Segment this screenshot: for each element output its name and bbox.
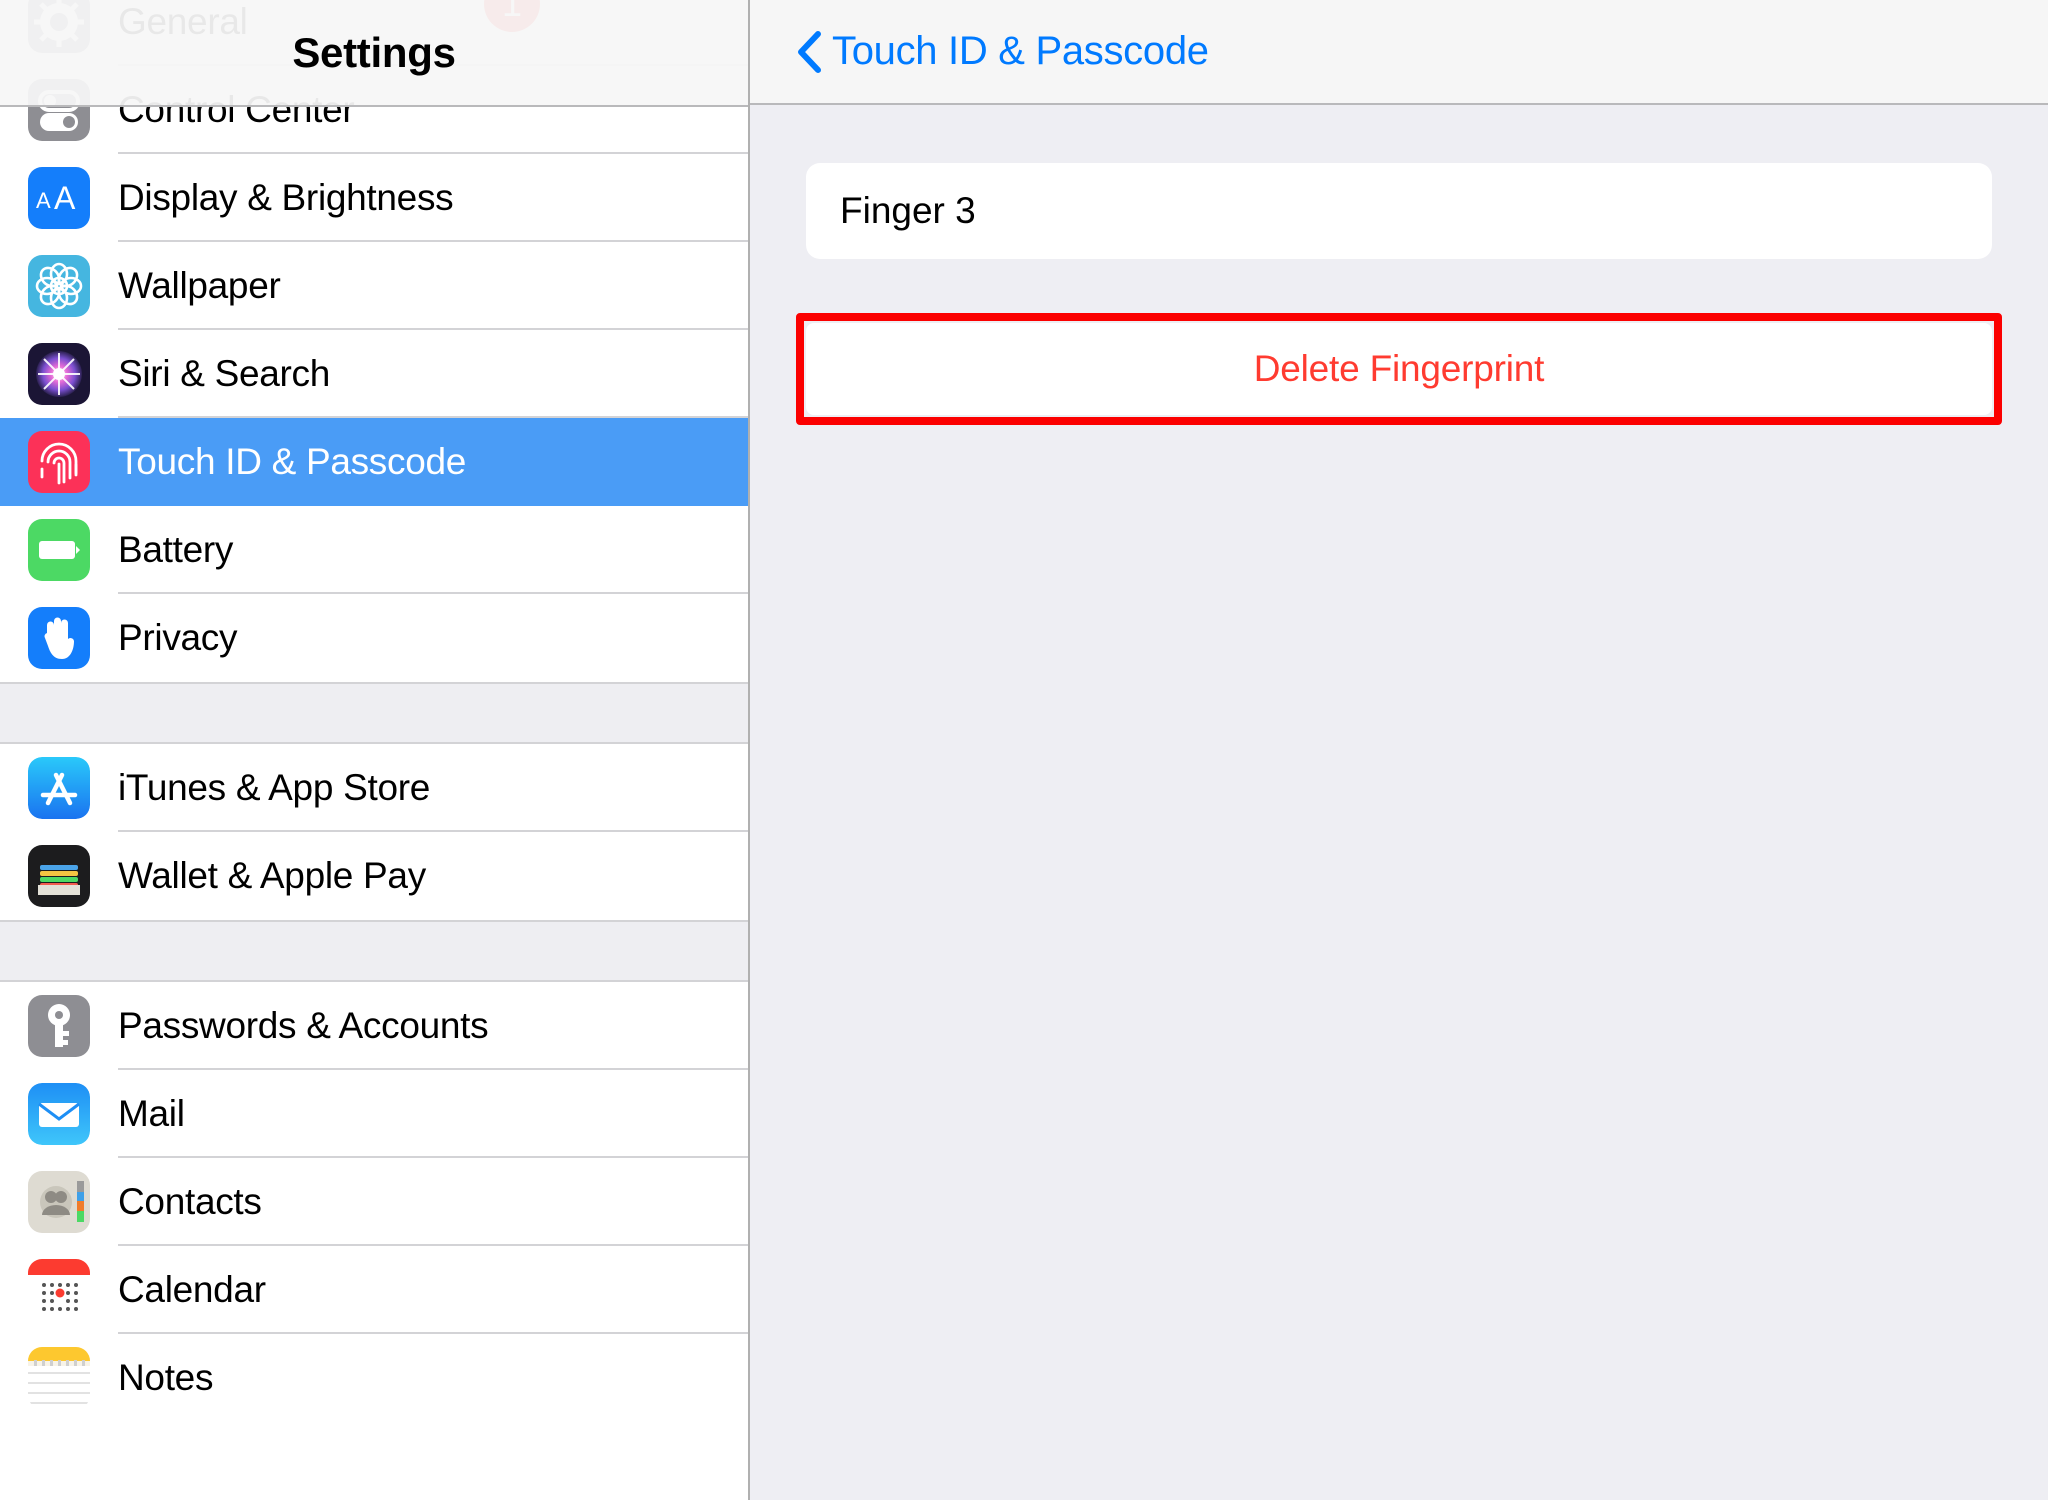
- sidebar-header: Settings: [0, 0, 748, 107]
- calendar-icon: [28, 1259, 90, 1321]
- wallpaper-icon: [28, 255, 90, 317]
- sidebar-item-label: Touch ID & Passcode: [118, 441, 467, 482]
- sidebar-item-display-brightness[interactable]: A A Display & Brightness: [0, 154, 748, 242]
- settings-list: General1Control CenterAADisplay & Bright…: [0, 0, 748, 1422]
- sidebar-item-wallet-apple-pay[interactable]: Wallet & Apple Pay: [0, 832, 748, 920]
- sidebar-item-label: Passwords & Accounts: [118, 1005, 489, 1046]
- sidebar-item-passwords-accounts[interactable]: Passwords & Accounts: [0, 982, 748, 1070]
- sidebar-item-label: Mail: [118, 1093, 185, 1134]
- display-brightness-icon: AA: [28, 167, 90, 229]
- delete-fingerprint-container: Delete Fingerprint: [796, 313, 2002, 425]
- sidebar-item-itunes-app-store[interactable]: iTunes & App Store: [0, 744, 748, 832]
- sidebar-item-privacy[interactable]: Privacy: [0, 594, 748, 682]
- sidebar-item-label: Battery: [118, 529, 234, 570]
- settings-sidebar: General1Control CenterAADisplay & Bright…: [0, 0, 750, 1500]
- svg-text:A: A: [36, 188, 51, 213]
- ios-settings-screen: General1Control CenterAADisplay & Bright…: [0, 0, 2048, 1500]
- back-chevron-icon[interactable]: [796, 30, 822, 74]
- delete-fingerprint-label: Delete Fingerprint: [1253, 348, 1545, 389]
- sidebar-item-label: iTunes & App Store: [118, 767, 431, 808]
- sidebar-item-label: Wallpaper: [118, 265, 281, 306]
- section-divider: [0, 682, 748, 744]
- sidebar-item-label: Notes: [118, 1357, 214, 1398]
- sidebar-item-label: Privacy: [118, 617, 238, 658]
- sidebar-item-wallpaper[interactable]: Wallpaper: [0, 242, 748, 330]
- key-icon: [28, 995, 90, 1057]
- privacy-hand-icon: [28, 607, 90, 669]
- siri-search-icon: [28, 343, 90, 405]
- sidebar-item-notes[interactable]: Notes: [0, 1334, 748, 1422]
- sidebar-item-touch-id-passcode[interactable]: Touch ID & Passcode: [0, 418, 748, 506]
- battery-icon: [28, 519, 90, 581]
- detail-pane: Touch ID & Passcode Finger 3 Delete Fing…: [750, 0, 2048, 1500]
- sidebar-item-calendar[interactable]: Calendar: [0, 1246, 748, 1334]
- delete-fingerprint-button[interactable]: Delete Fingerprint: [806, 323, 1992, 415]
- sidebar-item-label: Display & Brightness: [118, 177, 454, 218]
- detail-header: Touch ID & Passcode: [750, 0, 2048, 105]
- back-button-label[interactable]: Touch ID & Passcode: [832, 29, 1209, 74]
- sidebar-item-label: Siri & Search: [118, 353, 331, 394]
- contacts-icon: [28, 1171, 90, 1233]
- fingerprint-name-field[interactable]: Finger 3: [806, 163, 1992, 259]
- app-store-icon: [28, 757, 90, 819]
- sidebar-item-contacts[interactable]: Contacts: [0, 1158, 748, 1246]
- wallet-icon: [28, 845, 90, 907]
- fingerprint-icon: [28, 431, 90, 493]
- mail-icon: [28, 1083, 90, 1145]
- section-divider: [0, 920, 748, 982]
- sidebar-item-label: Calendar: [118, 1269, 266, 1310]
- sidebar-item-label: Wallet & Apple Pay: [118, 855, 426, 896]
- notes-icon: [28, 1347, 90, 1409]
- detail-body: Finger 3 Delete Fingerprint: [750, 105, 2048, 425]
- sidebar-item-siri-search[interactable]: Siri & Search: [0, 330, 748, 418]
- sidebar-item-mail[interactable]: Mail: [0, 1070, 748, 1158]
- sidebar-item-battery[interactable]: Battery: [0, 506, 748, 594]
- page-title: Settings: [292, 28, 456, 76]
- svg-text:A: A: [54, 180, 76, 216]
- sidebar-item-label: Contacts: [118, 1181, 262, 1222]
- fingerprint-name-value: Finger 3: [840, 190, 976, 231]
